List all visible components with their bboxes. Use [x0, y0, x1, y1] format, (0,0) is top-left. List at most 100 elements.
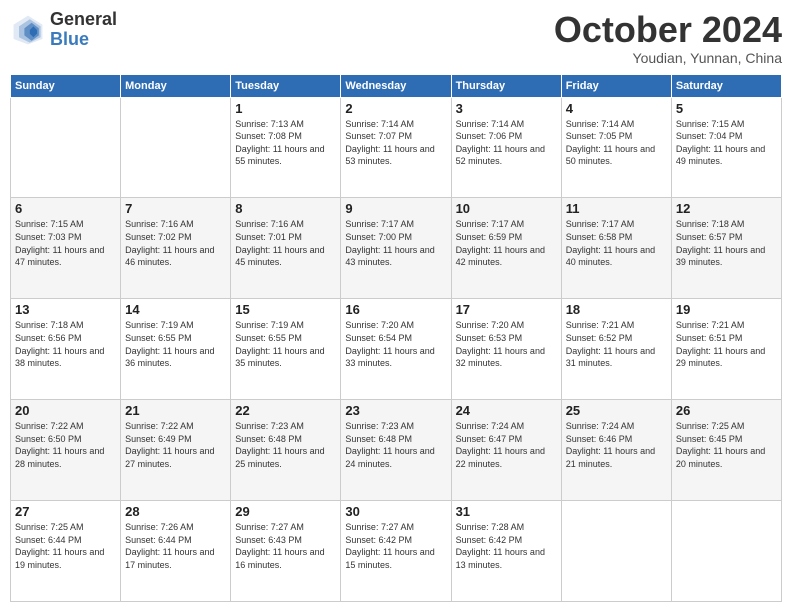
logo-icon	[10, 12, 46, 48]
day-number: 31	[456, 504, 557, 519]
day-number: 2	[345, 101, 446, 116]
cell-content: Sunrise: 7:14 AM Sunset: 7:06 PM Dayligh…	[456, 118, 557, 168]
weekday-header-thursday: Thursday	[451, 74, 561, 97]
day-number: 22	[235, 403, 336, 418]
cell-content: Sunrise: 7:22 AM Sunset: 6:50 PM Dayligh…	[15, 420, 116, 470]
day-number: 26	[676, 403, 777, 418]
calendar-cell: 14Sunrise: 7:19 AM Sunset: 6:55 PM Dayli…	[121, 299, 231, 400]
cell-content: Sunrise: 7:27 AM Sunset: 6:42 PM Dayligh…	[345, 521, 446, 571]
day-number: 16	[345, 302, 446, 317]
weekday-row: SundayMondayTuesdayWednesdayThursdayFrid…	[11, 74, 782, 97]
cell-content: Sunrise: 7:26 AM Sunset: 6:44 PM Dayligh…	[125, 521, 226, 571]
cell-content: Sunrise: 7:27 AM Sunset: 6:43 PM Dayligh…	[235, 521, 336, 571]
calendar-body: 1Sunrise: 7:13 AM Sunset: 7:08 PM Daylig…	[11, 97, 782, 601]
day-number: 15	[235, 302, 336, 317]
cell-content: Sunrise: 7:23 AM Sunset: 6:48 PM Dayligh…	[345, 420, 446, 470]
calendar-cell: 26Sunrise: 7:25 AM Sunset: 6:45 PM Dayli…	[671, 400, 781, 501]
weekday-header-tuesday: Tuesday	[231, 74, 341, 97]
month-title: October 2024	[554, 10, 782, 50]
calendar-cell: 13 Sunrise: 7:18 AM Sunset: 6:56 PM Dayli…	[11, 299, 121, 400]
cell-content: Sunrise: 7:17 AM Sunset: 7:00 PM Dayligh…	[345, 218, 446, 268]
day-number: 17	[456, 302, 557, 317]
page: General Blue October 2024 Youdian, Yunna…	[0, 0, 792, 612]
calendar-cell: 8Sunrise: 7:16 AM Sunset: 7:01 PM Daylig…	[231, 198, 341, 299]
calendar-cell: 19Sunrise: 7:21 AM Sunset: 6:51 PM Dayli…	[671, 299, 781, 400]
cell-content: Sunrise: 7:19 AM Sunset: 6:55 PM Dayligh…	[235, 319, 336, 369]
calendar-cell: 23 Sunrise: 7:23 AM Sunset: 6:48 PM Dayli…	[341, 400, 451, 501]
title-block: October 2024 Youdian, Yunnan, China	[554, 10, 782, 66]
calendar-cell: 21Sunrise: 7:22 AM Sunset: 6:49 PM Dayli…	[121, 400, 231, 501]
calendar-cell: 3Sunrise: 7:14 AM Sunset: 7:06 PM Daylig…	[451, 97, 561, 198]
calendar-cell: 5 Sunrise: 7:15 AM Sunset: 7:04 PM Daylig…	[671, 97, 781, 198]
day-number: 12	[676, 201, 777, 216]
location: Youdian, Yunnan, China	[554, 50, 782, 66]
cell-content: Sunrise: 7:25 AM Sunset: 6:44 PM Dayligh…	[15, 521, 116, 571]
calendar-cell: 30 Sunrise: 7:27 AM Sunset: 6:42 PM Dayli…	[341, 501, 451, 602]
day-number: 9	[345, 201, 446, 216]
day-number: 21	[125, 403, 226, 418]
logo-general-text: General	[50, 10, 117, 30]
calendar-cell: 10Sunrise: 7:17 AM Sunset: 6:59 PM Dayli…	[451, 198, 561, 299]
calendar-cell: 25 Sunrise: 7:24 AM Sunset: 6:46 PM Dayli…	[561, 400, 671, 501]
calendar-cell: 20Sunrise: 7:22 AM Sunset: 6:50 PM Dayli…	[11, 400, 121, 501]
cell-content: Sunrise: 7:15 AM Sunset: 7:03 PM Dayligh…	[15, 218, 116, 268]
cell-content: Sunrise: 7:20 AM Sunset: 6:53 PM Dayligh…	[456, 319, 557, 369]
week-row-0: 1Sunrise: 7:13 AM Sunset: 7:08 PM Daylig…	[11, 97, 782, 198]
calendar-cell: 28 Sunrise: 7:26 AM Sunset: 6:44 PM Dayli…	[121, 501, 231, 602]
day-number: 7	[125, 201, 226, 216]
cell-content: Sunrise: 7:15 AM Sunset: 7:04 PM Dayligh…	[676, 118, 777, 168]
calendar-cell: 12 Sunrise: 7:18 AM Sunset: 6:57 PM Dayli…	[671, 198, 781, 299]
week-row-2: 13 Sunrise: 7:18 AM Sunset: 6:56 PM Dayli…	[11, 299, 782, 400]
logo-text: General Blue	[50, 10, 117, 50]
calendar-cell: 16 Sunrise: 7:20 AM Sunset: 6:54 PM Dayli…	[341, 299, 451, 400]
week-row-4: 27 Sunrise: 7:25 AM Sunset: 6:44 PM Dayli…	[11, 501, 782, 602]
cell-content: Sunrise: 7:16 AM Sunset: 7:02 PM Dayligh…	[125, 218, 226, 268]
cell-content: Sunrise: 7:23 AM Sunset: 6:48 PM Dayligh…	[235, 420, 336, 470]
cell-content: Sunrise: 7:24 AM Sunset: 6:46 PM Dayligh…	[566, 420, 667, 470]
day-number: 27	[15, 504, 116, 519]
calendar-cell: 1Sunrise: 7:13 AM Sunset: 7:08 PM Daylig…	[231, 97, 341, 198]
weekday-header-wednesday: Wednesday	[341, 74, 451, 97]
cell-content: Sunrise: 7:18 AM Sunset: 6:56 PM Dayligh…	[15, 319, 116, 369]
day-number: 11	[566, 201, 667, 216]
day-number: 6	[15, 201, 116, 216]
cell-content: Sunrise: 7:21 AM Sunset: 6:51 PM Dayligh…	[676, 319, 777, 369]
day-number: 13	[15, 302, 116, 317]
calendar-cell: 31Sunrise: 7:28 AM Sunset: 6:42 PM Dayli…	[451, 501, 561, 602]
cell-content: Sunrise: 7:20 AM Sunset: 6:54 PM Dayligh…	[345, 319, 446, 369]
day-number: 10	[456, 201, 557, 216]
calendar-cell: 2Sunrise: 7:14 AM Sunset: 7:07 PM Daylig…	[341, 97, 451, 198]
weekday-header-monday: Monday	[121, 74, 231, 97]
cell-content: Sunrise: 7:18 AM Sunset: 6:57 PM Dayligh…	[676, 218, 777, 268]
weekday-header-friday: Friday	[561, 74, 671, 97]
calendar-cell	[561, 501, 671, 602]
calendar-cell: 4Sunrise: 7:14 AM Sunset: 7:05 PM Daylig…	[561, 97, 671, 198]
calendar-cell: 24Sunrise: 7:24 AM Sunset: 6:47 PM Dayli…	[451, 400, 561, 501]
day-number: 4	[566, 101, 667, 116]
day-number: 18	[566, 302, 667, 317]
calendar-cell: 17 Sunrise: 7:20 AM Sunset: 6:53 PM Dayli…	[451, 299, 561, 400]
cell-content: Sunrise: 7:19 AM Sunset: 6:55 PM Dayligh…	[125, 319, 226, 369]
calendar-cell: 7 Sunrise: 7:16 AM Sunset: 7:02 PM Daylig…	[121, 198, 231, 299]
logo: General Blue	[10, 10, 117, 50]
header: General Blue October 2024 Youdian, Yunna…	[10, 10, 782, 66]
day-number: 5	[676, 101, 777, 116]
weekday-header-sunday: Sunday	[11, 74, 121, 97]
day-number: 30	[345, 504, 446, 519]
day-number: 28	[125, 504, 226, 519]
calendar-table: SundayMondayTuesdayWednesdayThursdayFrid…	[10, 74, 782, 602]
week-row-3: 20Sunrise: 7:22 AM Sunset: 6:50 PM Dayli…	[11, 400, 782, 501]
calendar-cell: 9 Sunrise: 7:17 AM Sunset: 7:00 PM Daylig…	[341, 198, 451, 299]
calendar-cell: 15 Sunrise: 7:19 AM Sunset: 6:55 PM Dayli…	[231, 299, 341, 400]
weekday-header-saturday: Saturday	[671, 74, 781, 97]
calendar-header: SundayMondayTuesdayWednesdayThursdayFrid…	[11, 74, 782, 97]
cell-content: Sunrise: 7:13 AM Sunset: 7:08 PM Dayligh…	[235, 118, 336, 168]
calendar-cell	[121, 97, 231, 198]
calendar-cell: 27 Sunrise: 7:25 AM Sunset: 6:44 PM Dayli…	[11, 501, 121, 602]
calendar-cell: 6 Sunrise: 7:15 AM Sunset: 7:03 PM Daylig…	[11, 198, 121, 299]
day-number: 23	[345, 403, 446, 418]
day-number: 25	[566, 403, 667, 418]
cell-content: Sunrise: 7:24 AM Sunset: 6:47 PM Dayligh…	[456, 420, 557, 470]
calendar-cell: 22 Sunrise: 7:23 AM Sunset: 6:48 PM Dayli…	[231, 400, 341, 501]
logo-blue-text: Blue	[50, 30, 117, 50]
